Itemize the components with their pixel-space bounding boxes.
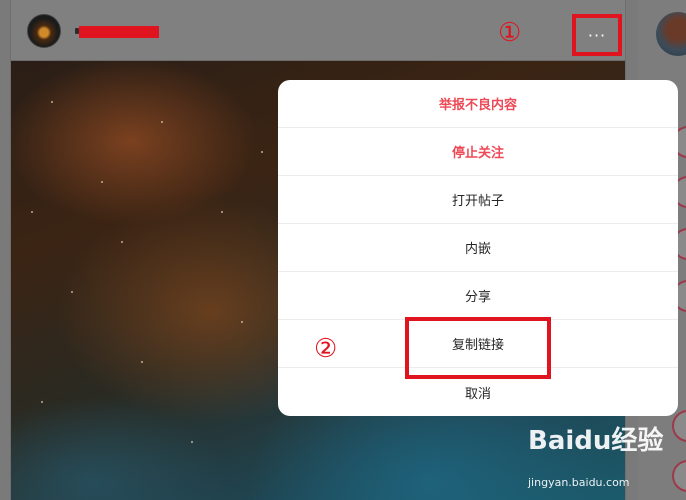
menu-item-open-post[interactable]: 打开帖子 xyxy=(278,176,678,224)
avatar[interactable] xyxy=(27,14,61,48)
username-redaction xyxy=(79,26,159,38)
sidebar-avatar[interactable] xyxy=(656,12,686,56)
menu-item-unfollow[interactable]: 停止关注 xyxy=(278,128,678,176)
baidu-watermark: Baidu经验 jingyan.baidu.com xyxy=(528,420,664,489)
menu-item-share[interactable]: 分享 xyxy=(278,272,678,320)
copy-link-highlight xyxy=(405,317,551,379)
story-avatar[interactable] xyxy=(672,410,686,442)
menu-item-report[interactable]: 举报不良内容 xyxy=(278,80,678,128)
ellipsis-icon: ··· xyxy=(587,25,607,45)
watermark-url: jingyan.baidu.com xyxy=(528,476,630,489)
step-2-marker: ② xyxy=(314,334,338,364)
watermark-logo: Baidu经验 xyxy=(528,426,664,456)
post-header: ··· xyxy=(11,0,625,61)
menu-item-embed[interactable]: 内嵌 xyxy=(278,224,678,272)
step-1-marker: ① xyxy=(498,18,522,48)
more-options-button[interactable]: ··· xyxy=(572,14,622,56)
